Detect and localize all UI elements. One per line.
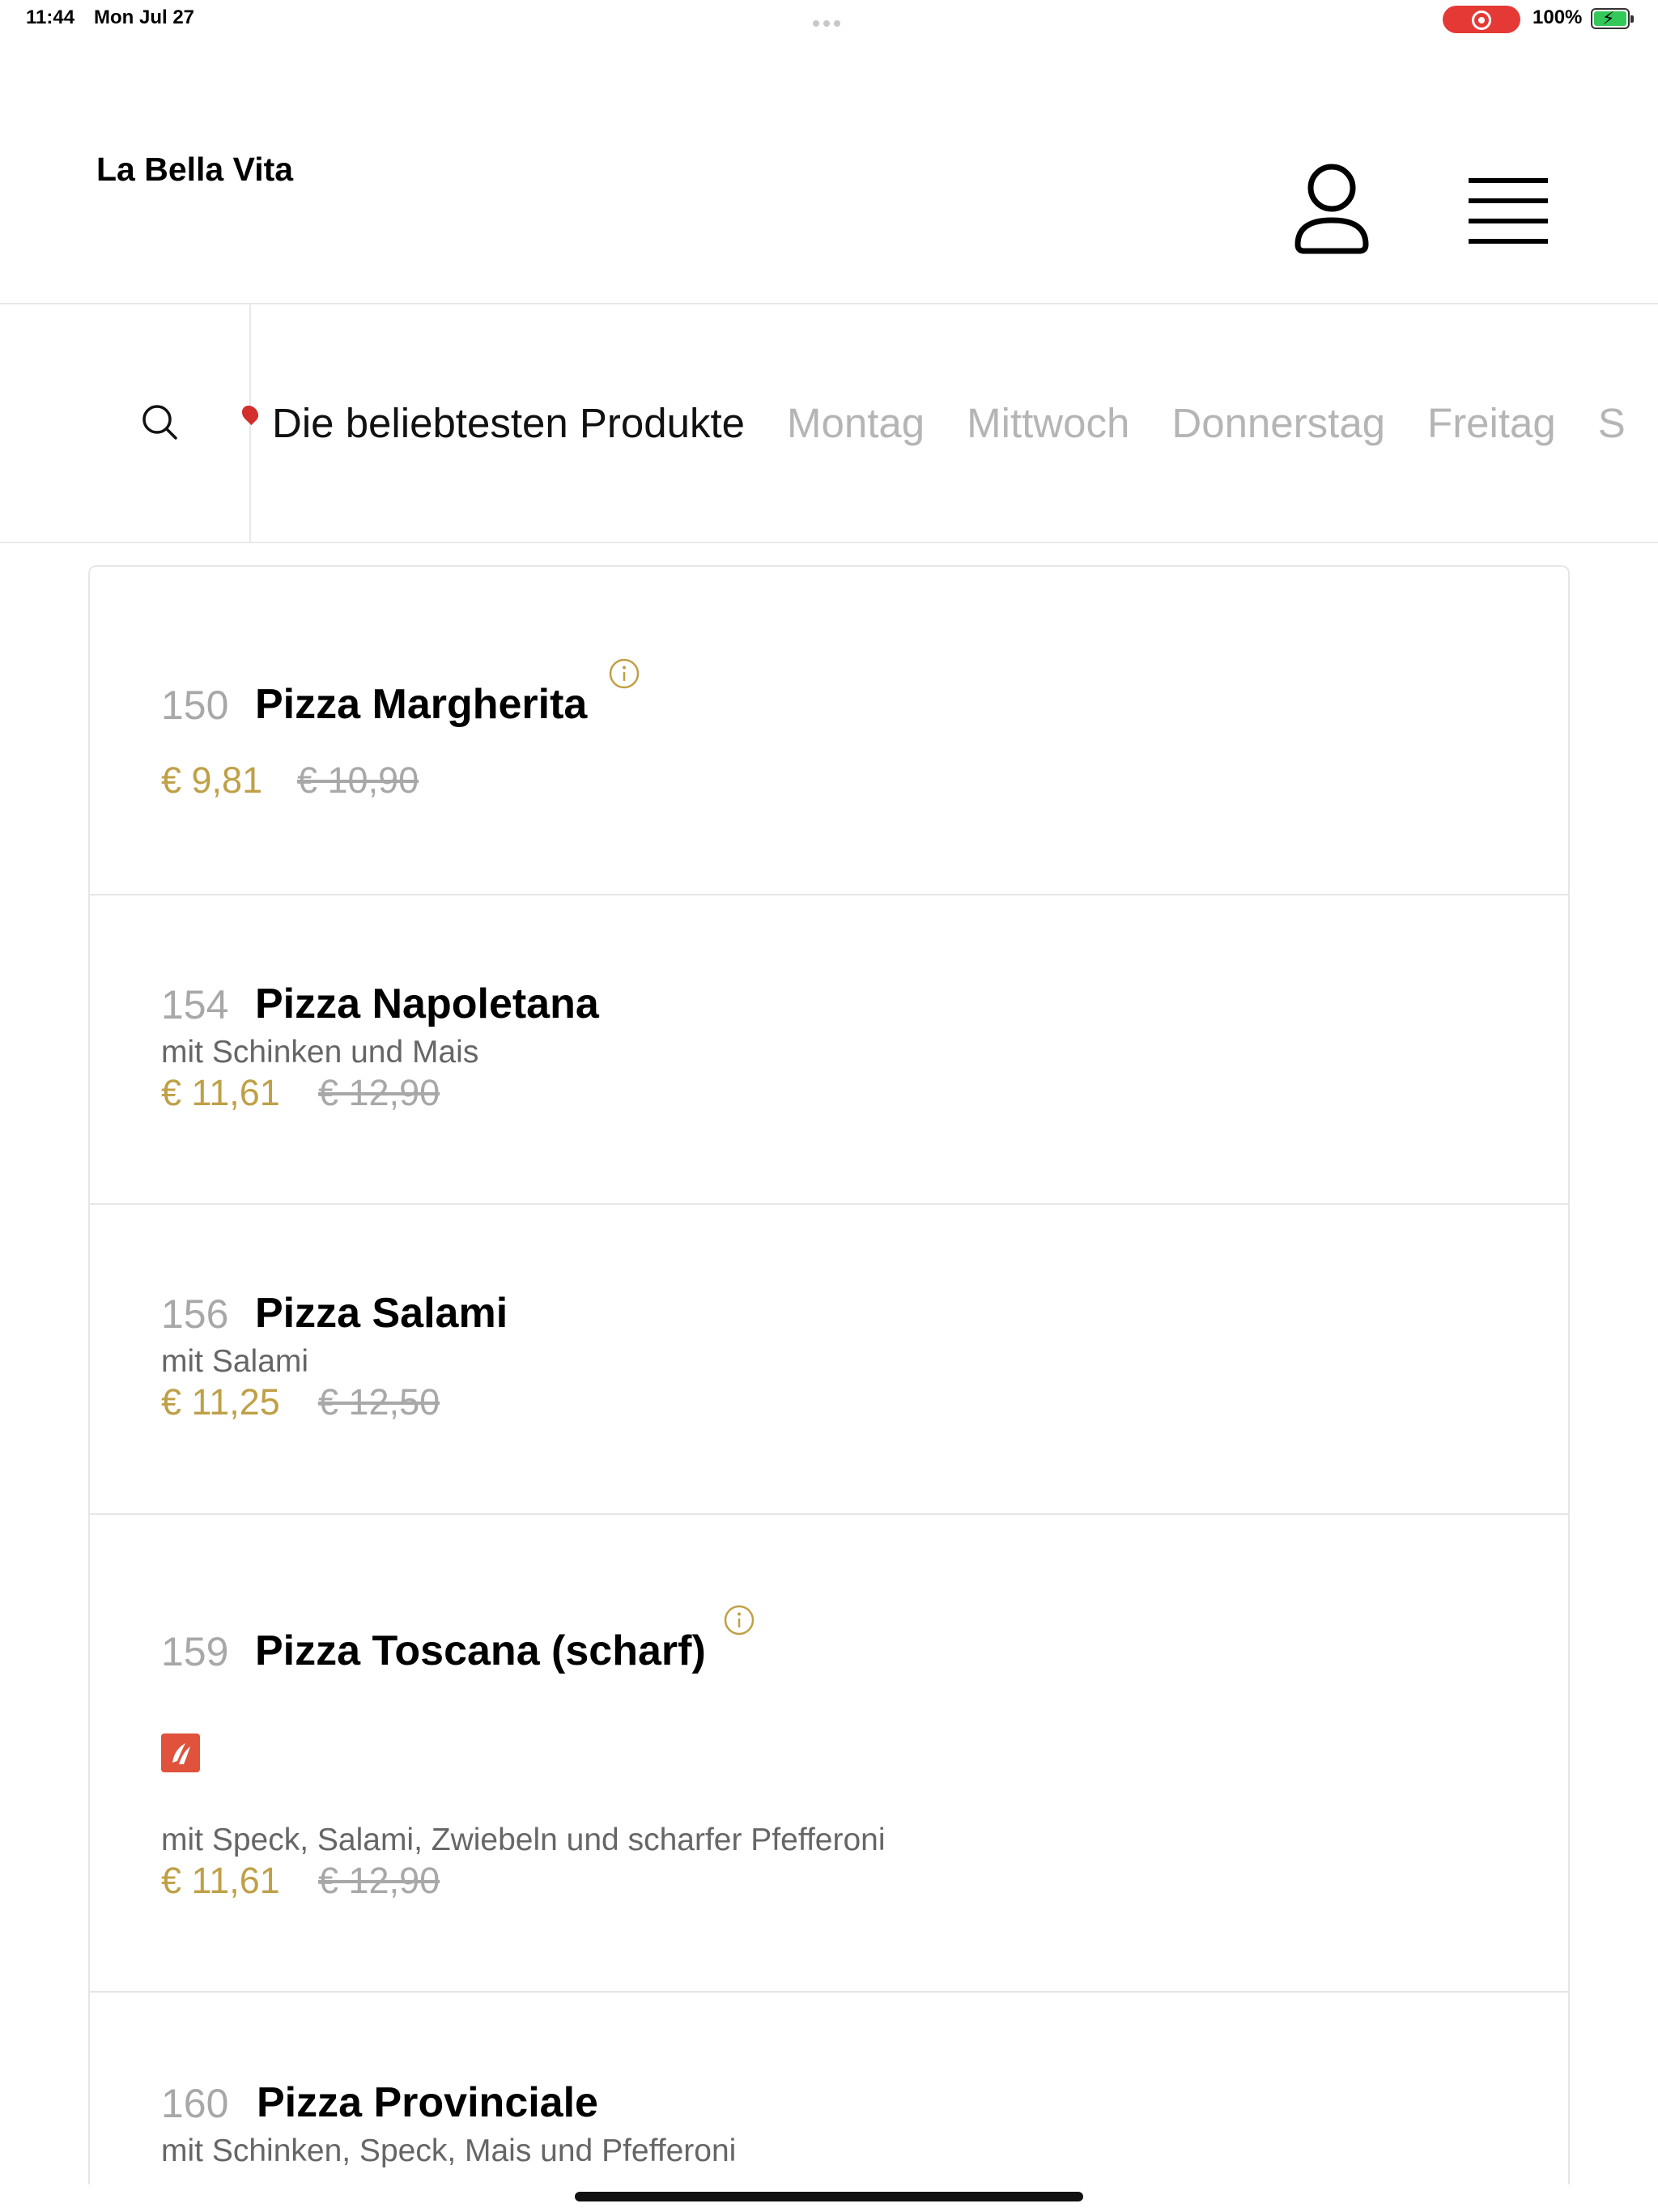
restaurant-name[interactable]: La Bella Vita bbox=[96, 151, 293, 189]
product-name: Pizza Salami bbox=[255, 1290, 508, 1337]
info-icon[interactable] bbox=[723, 1604, 755, 1636]
status-date: Mon Jul 27 bbox=[94, 6, 195, 28]
status-time: 11:44 bbox=[26, 6, 75, 28]
screen-recording-indicator[interactable] bbox=[1443, 6, 1520, 33]
record-icon bbox=[1472, 11, 1491, 30]
product-number: 159 bbox=[161, 1629, 229, 1674]
product-name: Pizza Margherita bbox=[255, 681, 588, 728]
product-description: mit Speck, Salami, Zwiebeln und scharfer… bbox=[161, 1823, 886, 1857]
status-bar: 11:44 Mon Jul 27 100% ⚡ bbox=[0, 0, 1658, 39]
product-item[interactable]: 156 Pizza Salami mit Salami € 11,25 € 12… bbox=[90, 1205, 1568, 1515]
tab-donnerstag[interactable]: Donnerstag bbox=[1171, 399, 1385, 447]
product-old-price: € 12,50 bbox=[318, 1381, 440, 1423]
tab-freitag[interactable]: Freitag bbox=[1427, 399, 1556, 447]
hamburger-menu-icon bbox=[1469, 178, 1548, 244]
product-item[interactable]: 154 Pizza Napoletana mit Schinken und Ma… bbox=[90, 895, 1568, 1205]
product-description: mit Schinken und Mais bbox=[161, 1035, 479, 1070]
app-header: La Bella Vita bbox=[0, 39, 1658, 304]
tab-montag[interactable]: Montag bbox=[787, 399, 925, 447]
product-old-price: € 10,90 bbox=[297, 759, 419, 801]
product-number: 156 bbox=[161, 1291, 229, 1337]
product-number: 154 bbox=[161, 982, 229, 1027]
product-item[interactable]: 160 Pizza Provinciale mit Schinken, Spec… bbox=[90, 1993, 1568, 2184]
product-number: 150 bbox=[161, 683, 229, 728]
product-price: € 11,25 bbox=[161, 1381, 280, 1423]
account-button[interactable] bbox=[1291, 160, 1372, 257]
info-icon[interactable] bbox=[608, 657, 640, 690]
product-item[interactable]: 159 Pizza Toscana (scharf) mit Speck, Sa… bbox=[90, 1515, 1568, 1993]
menu-button[interactable] bbox=[1464, 175, 1553, 248]
home-indicator[interactable] bbox=[575, 2192, 1083, 2201]
product-price: € 9,81 bbox=[161, 759, 263, 801]
tab-popular-products[interactable]: Die beliebtesten Produkte bbox=[272, 399, 745, 447]
user-icon bbox=[1295, 164, 1369, 254]
tab-mittwoch[interactable]: Mittwoch bbox=[967, 399, 1129, 447]
product-name: Pizza Toscana (scharf) bbox=[255, 1627, 706, 1674]
product-name: Pizza Napoletana bbox=[255, 981, 599, 1027]
battery-charging-icon: ⚡ bbox=[1591, 8, 1634, 29]
search-button[interactable] bbox=[0, 304, 251, 542]
product-list: 150 Pizza Margherita € 9,81 € 10,90 154 … bbox=[88, 565, 1570, 2184]
product-item[interactable]: 150 Pizza Margherita € 9,81 € 10,90 bbox=[90, 567, 1568, 895]
category-bar: Die beliebtesten Produkte Montag Mittwoch D… bbox=[0, 304, 1658, 543]
product-number: 160 bbox=[161, 2081, 229, 2126]
battery-percentage: 100% bbox=[1533, 6, 1583, 28]
product-description: mit Schinken, Speck, Mais und Pfefferoni bbox=[161, 2133, 737, 2168]
multitasking-dots-icon[interactable] bbox=[813, 16, 845, 27]
product-name: Pizza Provinciale bbox=[257, 2079, 598, 2126]
product-old-price: € 12,90 bbox=[318, 1860, 440, 1901]
product-price: € 11,61 bbox=[161, 1860, 280, 1901]
search-icon bbox=[142, 405, 177, 440]
category-tabs: Die beliebtesten Produkte Montag Mittwoch D… bbox=[272, 399, 1658, 447]
product-description: mit Salami bbox=[161, 1344, 309, 1379]
product-price: € 11,61 bbox=[161, 1072, 280, 1113]
spicy-chili-icon bbox=[161, 1733, 200, 1772]
product-old-price: € 12,90 bbox=[318, 1072, 440, 1113]
tab-next-cut[interactable]: S bbox=[1598, 399, 1626, 447]
